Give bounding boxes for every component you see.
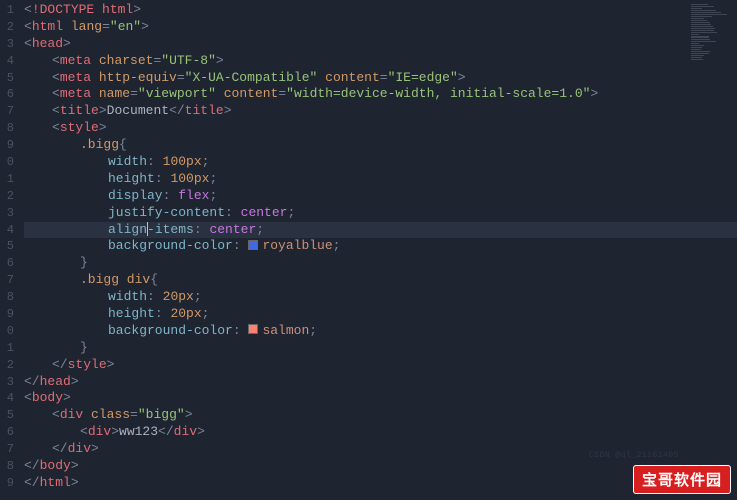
color-swatch-icon	[248, 324, 258, 334]
code-line[interactable]: justify-content: center;	[24, 205, 737, 222]
code-line[interactable]: <style>	[24, 120, 737, 137]
code-line[interactable]: width: 100px;	[24, 154, 737, 171]
code-line[interactable]: <body>	[24, 390, 737, 407]
code-line[interactable]: <title>Document</title>	[24, 103, 737, 120]
code-line[interactable]: height: 100px;	[24, 171, 737, 188]
code-editor[interactable]: 1 2 3 4 5 6 7 8 9 0 1 2 3 4 5 6 7 8 9 0 …	[0, 0, 737, 500]
code-line[interactable]: background-color: salmon;	[24, 323, 737, 340]
code-line[interactable]: <meta http-equiv="X-UA-Compatible" conte…	[24, 70, 737, 87]
code-line[interactable]: </html>	[24, 475, 737, 492]
code-line[interactable]: display: flex;	[24, 188, 737, 205]
color-swatch-icon	[248, 240, 258, 250]
code-line[interactable]: <html lang="en">	[24, 19, 737, 36]
code-line[interactable]: </body>	[24, 458, 737, 475]
code-line[interactable]: </style>	[24, 357, 737, 374]
code-line[interactable]: <meta name="viewport" content="width=dev…	[24, 86, 737, 103]
code-line[interactable]: <div class="bigg">	[24, 407, 737, 424]
code-line[interactable]: <head>	[24, 36, 737, 53]
code-line[interactable]: </head>	[24, 374, 737, 391]
code-line[interactable]: .bigg div{	[24, 272, 737, 289]
code-line[interactable]: height: 20px;	[24, 306, 737, 323]
csdn-watermark: CSDN @ql_21161405	[589, 451, 679, 460]
code-line[interactable]: <meta charset="UTF-8">	[24, 53, 737, 70]
code-area[interactable]: <!DOCTYPE html> <html lang="en"> <head> …	[18, 2, 737, 500]
code-line[interactable]: <div>ww123</div>	[24, 424, 737, 441]
code-line[interactable]: <!DOCTYPE html>	[24, 2, 737, 19]
code-line[interactable]: background-color: royalblue;	[24, 238, 737, 255]
code-line[interactable]: }	[24, 255, 737, 272]
minimap[interactable]	[689, 2, 735, 62]
code-line[interactable]: .bigg{	[24, 137, 737, 154]
code-line[interactable]: width: 20px;	[24, 289, 737, 306]
line-number-gutter: 1 2 3 4 5 6 7 8 9 0 1 2 3 4 5 6 7 8 9 0 …	[0, 2, 18, 500]
code-line[interactable]: }	[24, 340, 737, 357]
watermark-badge: 宝哥软件园	[633, 465, 731, 494]
code-line[interactable]: align-items: center;	[24, 222, 737, 239]
